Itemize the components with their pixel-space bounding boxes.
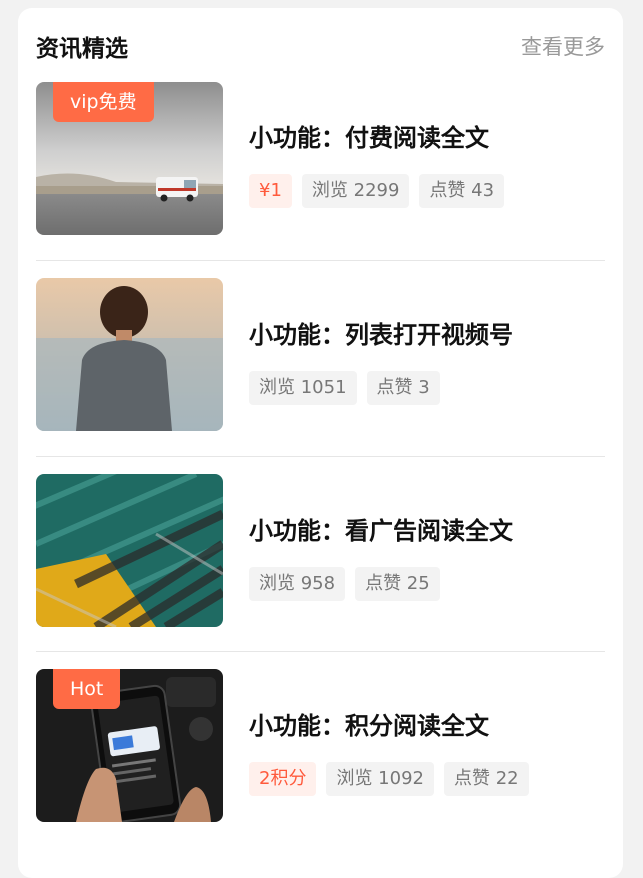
article-item[interactable]: 小功能：列表打开视频号 浏览 1051 点赞 3 [36, 260, 605, 456]
views-tag: 浏览 1092 [326, 762, 434, 796]
views-tag: 浏览 2299 [301, 174, 410, 208]
article-thumbnail[interactable]: vip免费 [36, 82, 223, 235]
article-tags: 浏览 958 点赞 25 [249, 566, 440, 601]
article-tags: 浏览 1051 点赞 3 [249, 371, 440, 405]
article-tags: ¥1 浏览 2299 点赞 43 [249, 174, 505, 208]
article-title[interactable]: 小功能：列表打开视频号 [249, 315, 513, 350]
likes-tag: 点赞 22 [443, 762, 529, 796]
likes-tag: 点赞 43 [419, 174, 505, 208]
article-item[interactable]: 小功能：看广告阅读全文 浏览 958 点赞 25 [36, 455, 605, 652]
price-tag: ¥1 [249, 174, 292, 208]
article-thumbnail[interactable] [36, 278, 223, 431]
view-more-link[interactable]: 查看更多 [521, 31, 605, 61]
article-tags: 2积分 浏览 1092 点赞 22 [249, 762, 529, 796]
vip-free-badge: vip免费 [53, 82, 154, 122]
points-price-tag: 2积分 [249, 762, 317, 796]
article-title[interactable]: 小功能：付费阅读全文 [249, 118, 489, 153]
striped-fabric-photo [36, 473, 223, 627]
views-tag: 浏览 958 [249, 566, 346, 601]
article-list: vip免费 小功能：付费阅读全文 ¥1 浏览 2299 点赞 43 小功能：列表… [36, 82, 605, 847]
article-item[interactable]: Hot 小功能：积分阅读全文 2积分 浏览 1092 点赞 22 [36, 651, 605, 847]
likes-tag: 点赞 25 [355, 566, 440, 601]
article-thumbnail[interactable] [36, 473, 223, 627]
section-header: 资讯精选 查看更多 [36, 26, 605, 66]
likes-tag: 点赞 3 [366, 371, 440, 405]
views-tag: 浏览 1051 [249, 371, 357, 405]
person-by-sea-photo [36, 278, 223, 431]
hot-badge: Hot [53, 669, 121, 709]
article-thumbnail[interactable]: Hot [36, 669, 223, 822]
article-title[interactable]: 小功能：看广告阅读全文 [249, 511, 513, 546]
section-title: 资讯精选 [36, 36, 128, 62]
news-card: 资讯精选 查看更多 vip免费 小功能：付费阅读全文 ¥1 浏览 2299 点赞… [18, 8, 623, 878]
article-title[interactable]: 小功能：积分阅读全文 [249, 706, 489, 741]
article-item[interactable]: vip免费 小功能：付费阅读全文 ¥1 浏览 2299 点赞 43 [36, 82, 605, 260]
